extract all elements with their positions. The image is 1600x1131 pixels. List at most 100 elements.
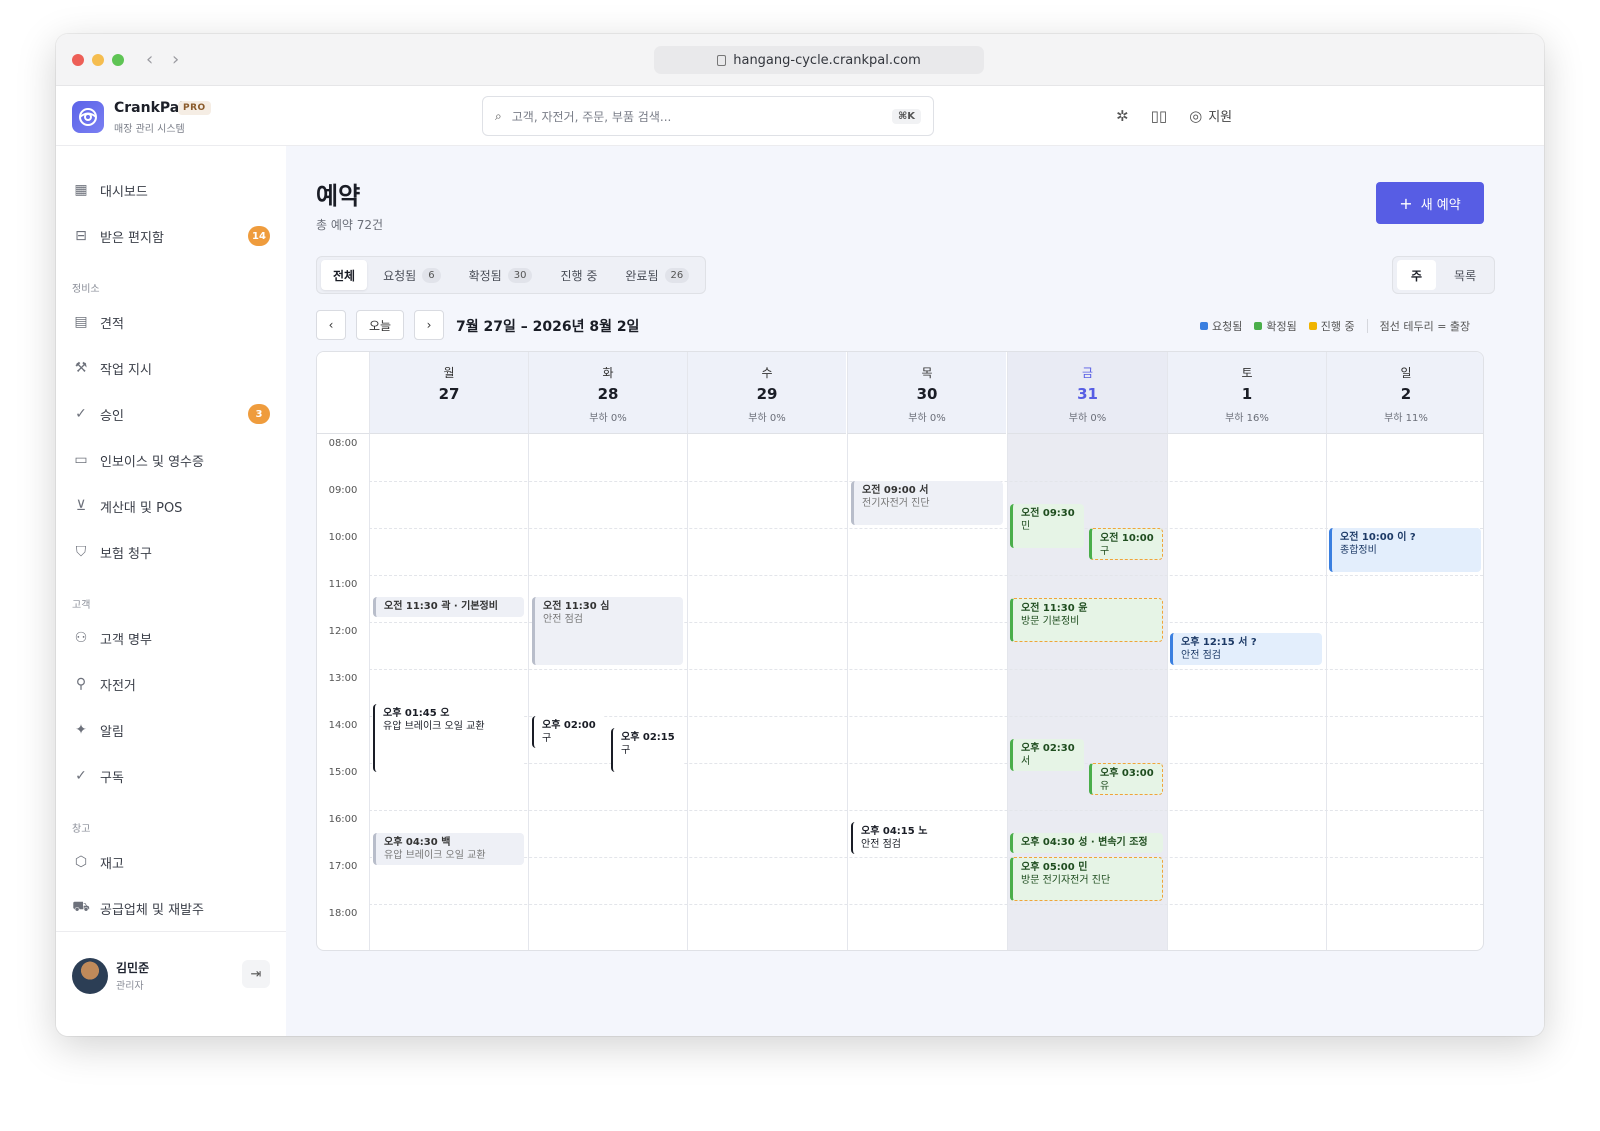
back-arrow-icon[interactable]: ‹ bbox=[146, 49, 153, 70]
sidebar-item-label: 공급업체 및 재발주 bbox=[100, 902, 204, 918]
sidebar-item-notifications[interactable]: ✦ 알림 bbox=[72, 716, 262, 744]
sidebar-item-inbox[interactable]: ⊟ 받은 편지함 14 bbox=[72, 222, 270, 250]
tab-count: 26 bbox=[664, 267, 690, 283]
day-header-sun[interactable]: 일 2 부하 11% bbox=[1326, 352, 1483, 434]
booking-event[interactable]: 오전 10:00 구 bbox=[1089, 528, 1163, 560]
booking-event[interactable]: 오전 09:30 민 bbox=[1010, 504, 1084, 548]
column-divider bbox=[369, 434, 370, 950]
booking-event[interactable]: 오전 11:30 심 안전 점검 bbox=[532, 597, 683, 665]
legend-note: 점선 테두리 = 출장 bbox=[1379, 320, 1471, 333]
support-button[interactable]: ◎ 지원 bbox=[1189, 106, 1232, 126]
sidebar-item-dashboard[interactable]: ▦ 대시보드 bbox=[72, 176, 262, 204]
inbox-count-badge: 14 bbox=[248, 226, 270, 246]
booking-event[interactable]: 오후 05:00 민 방문 전기자전거 진단 bbox=[1010, 857, 1163, 901]
tab-all[interactable]: 전체 bbox=[321, 260, 368, 290]
hour-label: 17:00 bbox=[328, 861, 358, 872]
hour-label: 14:00 bbox=[328, 720, 358, 731]
bug-icon[interactable]: ✲ bbox=[1116, 107, 1129, 125]
day-header-sat[interactable]: 토 1 부하 16% bbox=[1167, 352, 1326, 434]
hour-label: 08:00 bbox=[328, 438, 358, 449]
day-load: 부하 0% bbox=[908, 413, 946, 424]
crankpal-logo-icon[interactable] bbox=[72, 101, 104, 133]
minimize-window-button[interactable] bbox=[92, 54, 104, 66]
booking-event[interactable]: 오전 09:00 서 전기자전거 진단 bbox=[851, 481, 1003, 525]
sidebar-item-work-orders[interactable]: ⚒ 작업 지시 bbox=[72, 354, 262, 382]
event-title: 오후 04:30 성 · 변속기 조정 bbox=[1021, 837, 1148, 848]
day-header-tue[interactable]: 화 28 부하 0% bbox=[528, 352, 687, 434]
booking-event[interactable]: 오후 03:00 유 bbox=[1089, 763, 1163, 795]
day-name: 금 bbox=[1081, 366, 1094, 380]
event-detail: 안전 점검 bbox=[861, 839, 901, 850]
legend-divider bbox=[1366, 319, 1368, 333]
box-icon: ⬡ bbox=[74, 854, 88, 870]
shield-icon: ⛉ bbox=[75, 544, 87, 560]
logout-icon: ⇥ bbox=[250, 966, 262, 982]
day-header-mon[interactable]: 월 27 bbox=[369, 352, 528, 434]
sidebar-item-pos[interactable]: ⊻ 계산대 및 POS bbox=[72, 492, 262, 520]
hour-label: 11:00 bbox=[328, 579, 358, 590]
booking-event[interactable]: 오후 04:15 노 안전 점검 bbox=[851, 822, 1003, 854]
search-icon: ⌕ bbox=[495, 108, 502, 123]
tab-label: 요청됨 bbox=[383, 268, 417, 283]
sidebar-item-suppliers[interactable]: ⛟ 공급업체 및 재발주 bbox=[72, 894, 262, 922]
booking-event[interactable]: 오전 11:30 곽 · 기본정비 bbox=[373, 597, 524, 617]
tab-requested[interactable]: 요청됨 6 bbox=[371, 260, 453, 290]
url-text: hangang-cycle.crankpal.com bbox=[733, 52, 921, 68]
hour-gridline bbox=[369, 669, 1483, 670]
booking-event[interactable]: 오후 04:30 성 · 변속기 조정 bbox=[1010, 833, 1163, 853]
view-week-button[interactable]: 주 bbox=[1397, 260, 1437, 290]
event-title: 오전 11:30 윤 bbox=[1021, 603, 1088, 614]
event-title: 오전 10:00 이 ? bbox=[1340, 532, 1416, 543]
sidebar: ▦ 대시보드 ⊟ 받은 편지함 14 정비소 ▤ 견적 ⚒ 작업 지시 ✓ 승인… bbox=[56, 146, 286, 1036]
event-detail: 방문 기본정비 bbox=[1021, 616, 1080, 627]
book-icon[interactable]: ▯▯ bbox=[1151, 107, 1168, 125]
forward-arrow-icon[interactable]: › bbox=[172, 49, 179, 70]
global-search[interactable]: ⌕ 고객, 자전거, 주문, 부품 검색... ⌘K bbox=[482, 96, 934, 136]
sidebar-item-label: 견적 bbox=[100, 316, 124, 332]
avatar[interactable] bbox=[72, 958, 108, 994]
sidebar-item-quotes[interactable]: ▤ 견적 bbox=[72, 308, 262, 336]
day-header-fri[interactable]: 금 31 부하 0% bbox=[1007, 352, 1167, 434]
hour-gridline bbox=[369, 904, 1483, 905]
booking-event[interactable]: 오후 02:30 서 bbox=[1010, 739, 1084, 771]
booking-event[interactable]: 오후 02:00 구 bbox=[532, 716, 606, 748]
section-title-warehouse: 창고 bbox=[72, 824, 91, 835]
tab-completed[interactable]: 완료됨 26 bbox=[613, 260, 701, 290]
event-detail: 구 bbox=[1100, 546, 1110, 557]
search-input[interactable]: 고객, 자전거, 주문, 부품 검색... bbox=[512, 108, 672, 125]
day-name: 화 bbox=[602, 366, 614, 380]
wrench-icon: ⚒ bbox=[74, 360, 88, 376]
sidebar-item-bicycles[interactable]: ⚲ 자전거 bbox=[72, 670, 262, 698]
legend-item-in-progress: 진행 중 bbox=[1308, 318, 1355, 334]
sidebar-item-label: 보험 청구 bbox=[100, 546, 152, 562]
sidebar-item-insurance[interactable]: ⛉ 보험 청구 bbox=[72, 538, 262, 566]
maximize-window-button[interactable] bbox=[112, 54, 124, 66]
booking-event[interactable]: 오후 02:15 구 bbox=[611, 728, 683, 772]
sidebar-item-invoices[interactable]: ▭ 인보이스 및 영수증 bbox=[72, 446, 262, 474]
date-range: 7월 27일 – 2026년 8월 2일 bbox=[456, 319, 640, 335]
booking-event[interactable]: 오전 11:30 윤방문 기본정비 bbox=[1010, 598, 1163, 642]
next-week-button[interactable]: › bbox=[414, 310, 444, 340]
booking-event[interactable]: 오전 10:00 이 ? 종합정비 bbox=[1329, 528, 1481, 572]
day-load: 부하 0% bbox=[1068, 413, 1107, 424]
hour-gridline bbox=[369, 810, 1483, 811]
address-bar[interactable]: hangang-cycle.crankpal.com bbox=[654, 46, 984, 74]
day-header-wed[interactable]: 수 29 부하 0% bbox=[687, 352, 846, 434]
tab-label: 진행 중 bbox=[560, 268, 598, 283]
sidebar-item-customer-list[interactable]: ⚇ 고객 명부 bbox=[72, 624, 262, 652]
day-header-thu[interactable]: 목 30 부하 0% bbox=[847, 352, 1006, 434]
tab-in-progress[interactable]: 진행 중 bbox=[548, 260, 609, 290]
booking-event[interactable]: 오후 04:30 백 유압 브레이크 오일 교환 bbox=[373, 833, 524, 865]
tab-confirmed[interactable]: 확정됨 30 bbox=[457, 260, 545, 290]
today-button[interactable]: 오늘 bbox=[356, 310, 404, 340]
view-list-button[interactable]: 목록 bbox=[1440, 260, 1490, 290]
sidebar-item-subscriptions[interactable]: ✓ 구독 bbox=[72, 762, 262, 790]
sidebar-item-approvals[interactable]: ✓ 승인 3 bbox=[72, 400, 270, 428]
booking-event[interactable]: 오후 01:45 오 유압 브레이크 오일 교환 bbox=[373, 704, 524, 772]
close-window-button[interactable] bbox=[72, 54, 84, 66]
booking-event[interactable]: 오후 12:15 서 ? 안전 점검 bbox=[1170, 633, 1322, 665]
sidebar-item-inventory[interactable]: ⬡ 재고 bbox=[72, 848, 262, 876]
prev-week-button[interactable]: ‹ bbox=[316, 310, 346, 340]
new-booking-button[interactable]: + 새 예약 bbox=[1376, 182, 1484, 224]
logout-button[interactable]: ⇥ bbox=[242, 960, 270, 988]
